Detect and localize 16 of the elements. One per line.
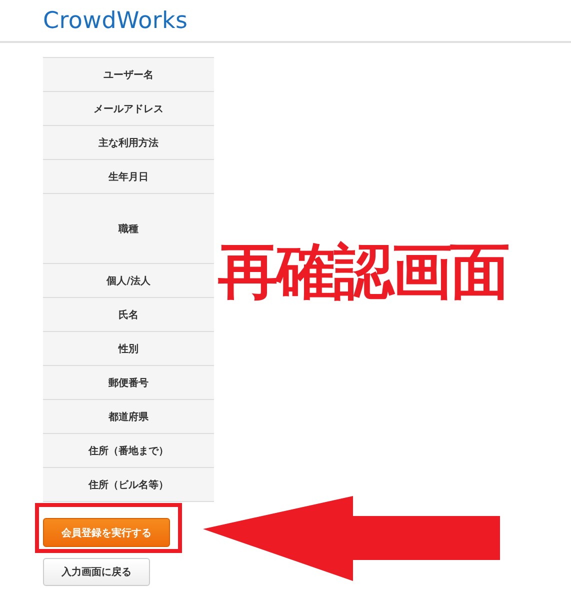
form-label: 個人/法人 xyxy=(43,264,214,298)
form-label: 郵便番号 xyxy=(43,366,214,400)
form-label: ユーザー名 xyxy=(43,58,214,92)
form-label: 生年月日 xyxy=(43,160,214,194)
form-label: 住所（ビル名等） xyxy=(43,468,214,502)
back-button[interactable]: 入力画面に戻る xyxy=(43,558,150,586)
form-label: 主な利用方法 xyxy=(43,126,214,160)
form-label: 性別 xyxy=(43,332,214,366)
form-label: 住所（番地まで） xyxy=(43,434,214,468)
arrow-icon xyxy=(203,496,500,581)
form-label: 氏名 xyxy=(43,298,214,332)
form-label: 都道府県 xyxy=(43,400,214,434)
annotation-caption: 再確認画面 xyxy=(218,236,508,309)
form-label: メールアドレス xyxy=(43,92,214,126)
logo: CrowdWorks xyxy=(43,8,188,34)
form-label: 職種 xyxy=(43,194,214,264)
